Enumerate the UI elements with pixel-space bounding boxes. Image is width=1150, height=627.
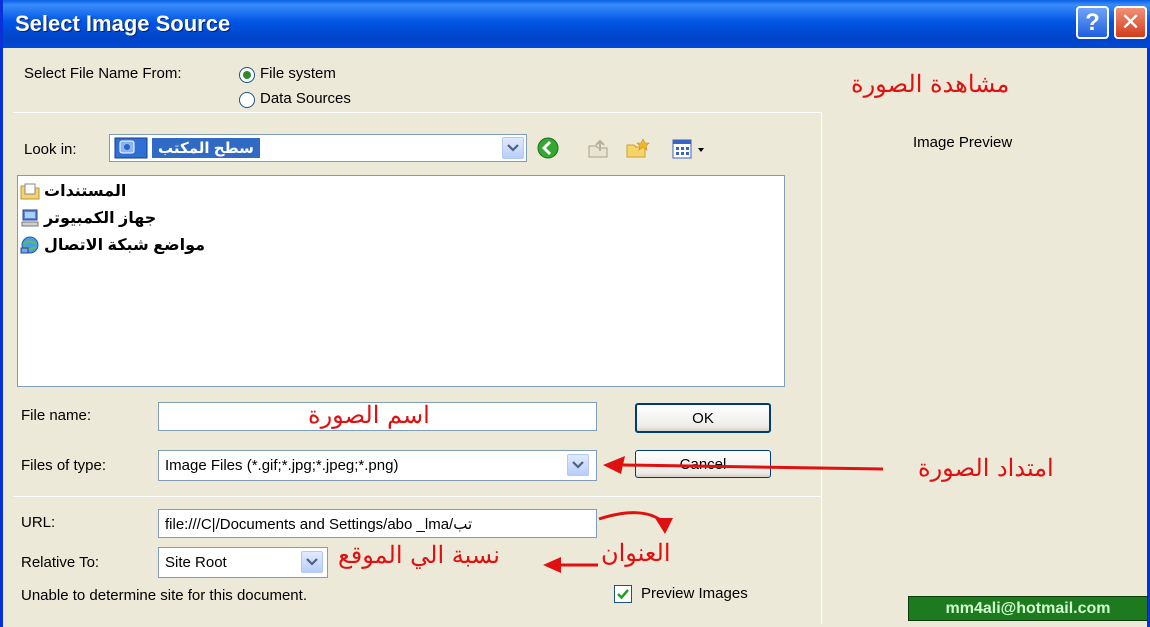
file-name-label: File name: xyxy=(21,407,92,424)
radio-file-system[interactable] xyxy=(239,67,255,83)
help-button[interactable]: ? xyxy=(1076,6,1109,39)
annotation-relative-to-site: نسبة الي الموقع xyxy=(338,541,500,569)
chevron-down-icon xyxy=(306,558,318,566)
radio-file-system-label[interactable]: File system xyxy=(260,65,336,82)
close-icon: ✕ xyxy=(1120,9,1141,36)
annotation-image-extension: امتداد الصورة xyxy=(918,454,1054,482)
relative-to-dropdown-button[interactable] xyxy=(301,551,323,573)
arrow-address xyxy=(598,511,664,524)
up-folder-icon[interactable] xyxy=(586,137,610,161)
preview-panel-divider xyxy=(821,112,822,624)
check-icon xyxy=(617,589,629,600)
files-of-type-label: Files of type: xyxy=(21,457,107,474)
desktop-icon xyxy=(114,137,148,159)
annotation-address: العنوان xyxy=(601,539,671,567)
radio-data-sources-label[interactable]: Data Sources xyxy=(260,90,351,107)
ok-button[interactable]: OK xyxy=(635,403,771,433)
list-item-label: جهاز الكمبيوتر xyxy=(44,210,157,227)
list-item-label: المستندات xyxy=(44,183,127,200)
chevron-down-icon xyxy=(572,461,584,469)
status-message: Unable to determine site for this docume… xyxy=(21,587,307,604)
network-places-icon xyxy=(20,236,39,254)
list-item[interactable]: مواضع شبكة الاتصال xyxy=(20,233,205,257)
close-button[interactable]: ✕ xyxy=(1114,6,1147,39)
cancel-button[interactable]: Cancel xyxy=(635,450,771,478)
files-of-type-value: Image Files (*.gif;*.jpg;*.jpeg;*.png) xyxy=(165,457,399,474)
url-input[interactable]: file:///C|/Documents and Settings/abo _l… xyxy=(158,509,597,538)
relative-to-value: Site Root xyxy=(165,554,227,571)
divider xyxy=(13,496,821,497)
look-in-dropdown-button[interactable] xyxy=(502,137,524,159)
image-preview-label: Image Preview xyxy=(913,134,1013,151)
look-in-label: Look in: xyxy=(24,141,77,158)
file-list[interactable]: المستندات جهاز الكمبيوتر مواضع شبكة الات… xyxy=(17,175,785,387)
relative-to-label: Relative To: xyxy=(21,554,100,571)
files-of-type-select[interactable]: Image Files (*.gif;*.jpg;*.jpeg;*.png) xyxy=(158,450,597,481)
back-icon[interactable] xyxy=(536,136,560,160)
ok-button-label: OK xyxy=(692,409,714,427)
preview-images-label[interactable]: Preview Images xyxy=(641,585,748,602)
email-watermark: mm4ali@hotmail.com xyxy=(908,596,1148,621)
list-item-label: مواضع شبكة الاتصال xyxy=(44,237,206,254)
look-in-select[interactable]: سطح المكتب xyxy=(109,134,527,162)
cancel-button-label: Cancel xyxy=(679,455,727,473)
look-in-value: سطح المكتب xyxy=(152,138,260,158)
annotation-image-name: اسم الصورة xyxy=(308,401,430,429)
url-value: file:///C|/Documents and Settings/abo _l… xyxy=(165,515,473,533)
annotation-image-preview: مشاهدة الصورة xyxy=(851,70,1010,98)
chevron-down-icon xyxy=(507,144,519,152)
arrowhead-extension xyxy=(603,456,625,474)
preview-images-checkbox[interactable] xyxy=(614,585,632,603)
radio-data-sources[interactable] xyxy=(239,92,255,108)
files-of-type-dropdown-button[interactable] xyxy=(567,454,589,476)
select-image-source-dialog: Select Image Source ? ✕ Select File Name… xyxy=(0,0,1150,627)
select-file-name-from-label: Select File Name From: xyxy=(24,65,182,82)
new-folder-icon[interactable] xyxy=(625,137,651,161)
window-title: Select Image Source xyxy=(15,11,231,36)
view-menu-icon[interactable] xyxy=(671,138,711,160)
url-label: URL: xyxy=(21,514,56,531)
documents-folder-icon xyxy=(20,183,40,200)
arrowhead-relative xyxy=(543,557,561,573)
title-bar[interactable]: Select Image Source ? ✕ xyxy=(3,0,1150,48)
my-computer-icon xyxy=(21,209,39,227)
arrowhead-address xyxy=(655,518,673,534)
help-icon: ? xyxy=(1085,8,1100,36)
list-item[interactable]: المستندات xyxy=(20,179,126,203)
list-item[interactable]: جهاز الكمبيوتر xyxy=(20,206,156,230)
divider xyxy=(13,112,821,113)
